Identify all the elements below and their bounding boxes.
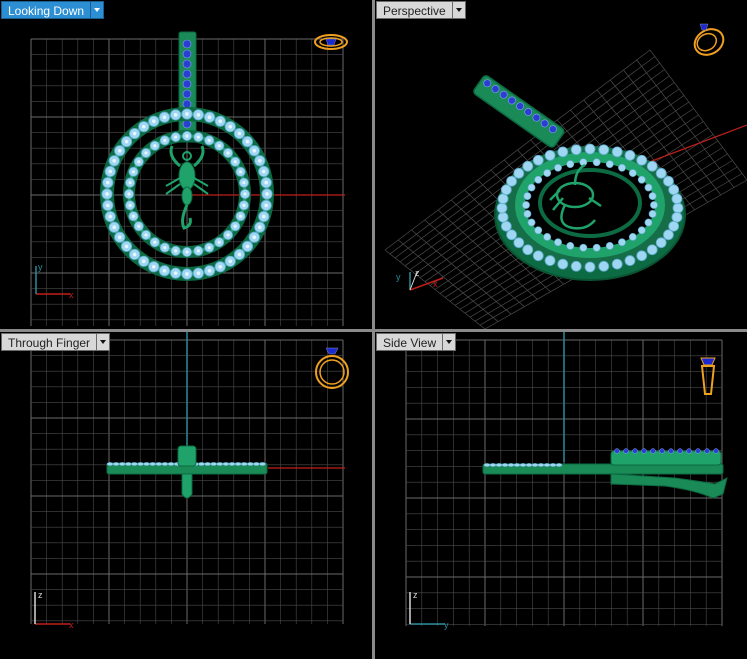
ring-side-view-icon[interactable] bbox=[700, 357, 716, 395]
side-view-canvas[interactable]: z y bbox=[375, 332, 747, 659]
axis-letter-z: z bbox=[413, 590, 418, 600]
ring-perspective-icon[interactable] bbox=[690, 23, 728, 60]
viewport-title: Side View bbox=[376, 333, 443, 351]
perspective-view-canvas[interactable]: y z x bbox=[375, 0, 747, 329]
axis-letter-y: y bbox=[444, 620, 449, 630]
viewport-side-view[interactable]: z y Side View bbox=[375, 332, 747, 659]
axis-triad: y x bbox=[35, 262, 74, 300]
axis-triad: z x bbox=[34, 590, 74, 630]
front-view-canvas[interactable]: z x bbox=[0, 332, 372, 659]
axis-letter-z: z bbox=[38, 590, 43, 600]
viewport-menu-button[interactable] bbox=[451, 1, 466, 19]
pendant-model[interactable] bbox=[106, 445, 268, 499]
viewport-label-through-finger[interactable]: Through Finger bbox=[1, 333, 111, 351]
axis-triad: z y bbox=[409, 590, 449, 630]
axis-letter-x: x bbox=[433, 279, 438, 289]
viewport-menu-button[interactable] bbox=[442, 333, 457, 351]
viewport-label-looking-down[interactable]: Looking Down bbox=[1, 1, 105, 19]
viewport-menu-button[interactable] bbox=[96, 333, 111, 351]
viewport-title: Through Finger bbox=[1, 333, 97, 351]
axis-letter-x: x bbox=[69, 290, 74, 300]
chevron-down-icon bbox=[455, 8, 462, 12]
axis-letter-y: y bbox=[38, 262, 43, 272]
pendant-model[interactable] bbox=[482, 448, 728, 499]
axis-letter-y: y bbox=[396, 272, 401, 282]
viewport-perspective[interactable]: y z x Perspective bbox=[375, 0, 747, 329]
chevron-down-icon bbox=[446, 340, 453, 344]
viewport-through-finger[interactable]: z x Through Finger bbox=[0, 332, 372, 659]
ring-top-view-icon[interactable] bbox=[314, 34, 348, 50]
axis-letter-x: x bbox=[69, 620, 74, 630]
viewport-title: Perspective bbox=[376, 1, 452, 19]
chevron-down-icon bbox=[94, 8, 101, 12]
chevron-down-icon bbox=[100, 340, 107, 344]
viewport-menu-button[interactable] bbox=[90, 1, 105, 19]
viewport-title: Looking Down bbox=[1, 1, 91, 19]
viewport-label-side-view[interactable]: Side View bbox=[376, 333, 457, 351]
top-view-canvas[interactable]: y x bbox=[0, 0, 372, 329]
viewport-label-perspective[interactable]: Perspective bbox=[376, 1, 466, 19]
axis-triad: y z x bbox=[396, 268, 444, 291]
axis-letter-z: z bbox=[415, 268, 420, 278]
viewport-looking-down[interactable]: y x Looking Down bbox=[0, 0, 372, 329]
